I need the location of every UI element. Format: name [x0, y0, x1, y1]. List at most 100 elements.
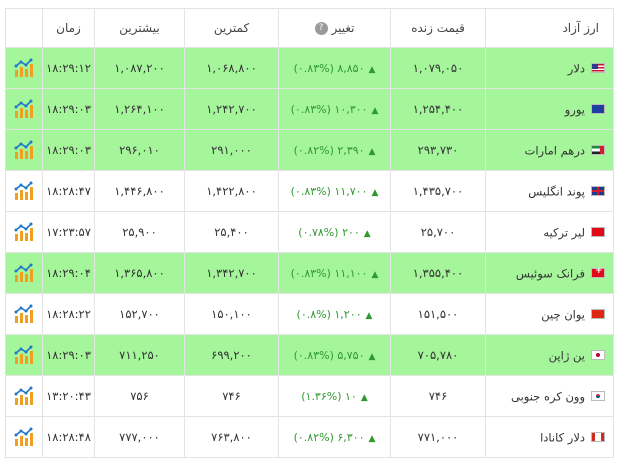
- change-value: ۱۱,۱۰۰ (۰.۸۳%): [290, 266, 368, 280]
- change-cell: ▲۱۰,۳۰۰ (۰.۸۳%): [278, 88, 391, 130]
- change-cell: ▲۱,۲۰۰ (۰.۸%): [278, 293, 391, 335]
- table-row[interactable]: درهم امارات ۲۹۳,۷۳۰ ▲۲,۳۹۰ (۰.۸۲%) ۲۹۱,۰۰۰ ۲…: [5, 129, 614, 171]
- flag-us-icon: [591, 63, 605, 74]
- time-cell: ۱۸:۲۹:۰۳: [42, 334, 95, 376]
- flag-gb-icon: [591, 186, 605, 197]
- change-value: ۱۱,۷۰۰ (۰.۸۳%): [290, 184, 368, 198]
- table-row[interactable]: دلار کانادا ۷۷۱,۰۰۰ ▲۶,۳۰۰ (۰.۸۲%) ۷۶۳,۸۰۰ ۷…: [5, 416, 614, 458]
- table-row[interactable]: لیر ترکیه ۲۵,۷۰۰ ▲۲۰۰ (۰.۷۸%) ۲۵,۴۰۰ ۲۵,۹۰۰ ۱…: [5, 211, 614, 253]
- currency-name-cell[interactable]: یوان چین: [485, 293, 614, 335]
- chart-icon: [14, 140, 33, 159]
- header-name[interactable]: ارز آزاد: [485, 8, 614, 48]
- change-value: ۱۰ (۱.۳۶%): [301, 389, 357, 403]
- low-cell: ۱۵۰,۱۰۰: [184, 293, 279, 335]
- high-cell: ۱,۰۸۷,۲۰۰: [94, 47, 185, 89]
- flag-eu-icon: [591, 104, 605, 115]
- change-value: ۶,۳۰۰ (۰.۸۲%): [293, 430, 365, 444]
- currency-name: یورو: [564, 102, 585, 117]
- chart-button[interactable]: [5, 211, 43, 253]
- flag-ae-icon: [591, 145, 605, 156]
- currency-name-cell[interactable]: فرانک سوئیس: [485, 252, 614, 294]
- header-change-label: تغییر: [331, 21, 355, 35]
- chart-button[interactable]: [5, 252, 43, 294]
- currency-name-cell[interactable]: دلار: [485, 47, 614, 89]
- chart-icon: [14, 304, 33, 323]
- arrow-up-icon: ▲: [371, 105, 379, 116]
- chart-icon: [14, 99, 33, 118]
- table-row[interactable]: فرانک سوئیس۱,۳۵۵,۴۰۰▲۱۱,۱۰۰ (۰.۸۳%)۱,۳۴۲…: [5, 252, 614, 294]
- currency-name-cell[interactable]: لیر ترکیه: [485, 211, 614, 253]
- high-cell: ۷۵۶: [94, 375, 185, 417]
- flag-kr-icon: [591, 391, 605, 402]
- currency-name: لیر ترکیه: [543, 225, 585, 240]
- low-cell: ۱,۴۲۲,۸۰۰: [184, 170, 279, 212]
- change-value: ۸,۸۵۰ (۰.۸۳%): [293, 61, 365, 75]
- chart-button[interactable]: [5, 88, 43, 130]
- chart-icon: [14, 181, 33, 200]
- change-value: ۱۰,۳۰۰ (۰.۸۳%): [290, 102, 368, 116]
- time-cell: ۱۷:۲۳:۵۷: [42, 211, 95, 253]
- high-cell: ۲۹۶,۰۱۰: [94, 129, 185, 171]
- currency-name-cell[interactable]: ین ژاپن: [485, 334, 614, 376]
- change-cell: ▲۶,۳۰۰ (۰.۸۲%): [278, 416, 391, 458]
- flag-tr-icon: [591, 227, 605, 238]
- change-cell: ▲۱۰ (۱.۳۶%): [278, 375, 391, 417]
- currency-name: یوان چین: [541, 307, 585, 322]
- header-live-price[interactable]: قیمت زنده: [390, 8, 486, 48]
- header-change[interactable]: تغییر?: [278, 8, 391, 48]
- chart-icon: [14, 222, 33, 241]
- flag-cn-icon: [591, 309, 605, 320]
- change-value: ۲۰۰ (۰.۷۸%): [298, 225, 360, 239]
- live-price-cell: ۱۵۱,۵۰۰: [390, 293, 486, 335]
- change-cell: ▲۵,۷۵۰ (۰.۸۳%): [278, 334, 391, 376]
- high-cell: ۱,۳۶۵,۸۰۰: [94, 252, 185, 294]
- table-row[interactable]: ین ژاپن ۷۰۵,۷۸۰ ▲۵,۷۵۰ (۰.۸۳%) ۶۹۹,۲۰۰ ۷۱۱,۲…: [5, 334, 614, 376]
- time-cell: ۱۳:۲۰:۴۳: [42, 375, 95, 417]
- low-cell: ۱,۳۴۲,۷۰۰: [184, 252, 279, 294]
- currency-name-cell[interactable]: دلار کانادا: [485, 416, 614, 458]
- chart-button[interactable]: [5, 416, 43, 458]
- currency-name-cell[interactable]: پوند انگلیس: [485, 170, 614, 212]
- table-row[interactable]: وون کره جنوبی ۷۴۶ ▲۱۰ (۱.۳۶%) ۷۴۶ ۷۵۶ ۱۳:۲۰:۴…: [5, 375, 614, 417]
- change-value: ۲,۳۹۰ (۰.۸۲%): [293, 143, 365, 157]
- header-low[interactable]: کمترین: [184, 8, 279, 48]
- table-row[interactable]: دلار ۱,۰۷۹,۰۵۰ ▲۸,۸۵۰ (۰.۸۳%) ۱,۰۶۸,۸۰۰ ۱,۰۸…: [5, 47, 614, 89]
- time-cell: ۱۸:۲۹:۱۲: [42, 47, 95, 89]
- table-row[interactable]: یوان چین ۱۵۱,۵۰۰ ▲۱,۲۰۰ (۰.۸%) ۱۵۰,۱۰۰ ۱۵۲,۷…: [5, 293, 614, 335]
- arrow-up-icon: ▲: [368, 64, 376, 75]
- live-price-cell: ۷۷۱,۰۰۰: [390, 416, 486, 458]
- currency-table-wrap: ارز آزاد قیمت زنده تغییر? کمترین بیشترین…: [5, 8, 614, 458]
- flag-ch-icon: [591, 266, 605, 279]
- change-value: ۱,۲۰۰ (۰.۸%): [296, 307, 362, 321]
- chart-button[interactable]: [5, 170, 43, 212]
- live-price-cell: ۲۹۳,۷۳۰: [390, 129, 486, 171]
- currency-name-cell[interactable]: درهم امارات: [485, 129, 614, 171]
- flag-jp-icon: [591, 350, 605, 361]
- chart-button[interactable]: [5, 129, 43, 171]
- chart-icon: [14, 345, 33, 364]
- low-cell: ۷۴۶: [184, 375, 279, 417]
- live-price-cell: ۱,۳۵۵,۴۰۰: [390, 252, 486, 294]
- chart-button[interactable]: [5, 47, 43, 89]
- arrow-up-icon: ▲: [368, 351, 376, 362]
- chart-icon: [14, 58, 33, 77]
- time-cell: ۱۸:۲۹:۰۳: [42, 88, 95, 130]
- table-row[interactable]: یورو ۱,۲۵۴,۴۰۰ ▲۱۰,۳۰۰ (۰.۸۳%) ۱,۲۴۲,۷۰۰ ۱,۲…: [5, 88, 614, 130]
- chart-button[interactable]: [5, 375, 43, 417]
- currency-name: پوند انگلیس: [528, 184, 585, 199]
- high-cell: ۱۵۲,۷۰۰: [94, 293, 185, 335]
- chart-button[interactable]: [5, 334, 43, 376]
- high-cell: ۲۵,۹۰۰: [94, 211, 185, 253]
- header-time[interactable]: زمان: [42, 8, 95, 48]
- header-high[interactable]: بیشترین: [94, 8, 185, 48]
- change-cell: ▲۱۱,۱۰۰ (۰.۸۳%): [278, 252, 391, 294]
- live-price-cell: ۲۵,۷۰۰: [390, 211, 486, 253]
- time-cell: ۱۸:۲۹:۰۳: [42, 129, 95, 171]
- live-price-cell: ۱,۰۷۹,۰۵۰: [390, 47, 486, 89]
- table-row[interactable]: پوند انگلیس ۱,۴۳۵,۷۰۰ ▲۱۱,۷۰۰ (۰.۸۳%) ۱,۴۲۲…: [5, 170, 614, 212]
- low-cell: ۲۹۱,۰۰۰: [184, 129, 279, 171]
- currency-name-cell[interactable]: وون کره جنوبی: [485, 375, 614, 417]
- currency-name-cell[interactable]: یورو: [485, 88, 614, 130]
- help-icon[interactable]: ?: [314, 22, 328, 35]
- chart-button[interactable]: [5, 293, 43, 335]
